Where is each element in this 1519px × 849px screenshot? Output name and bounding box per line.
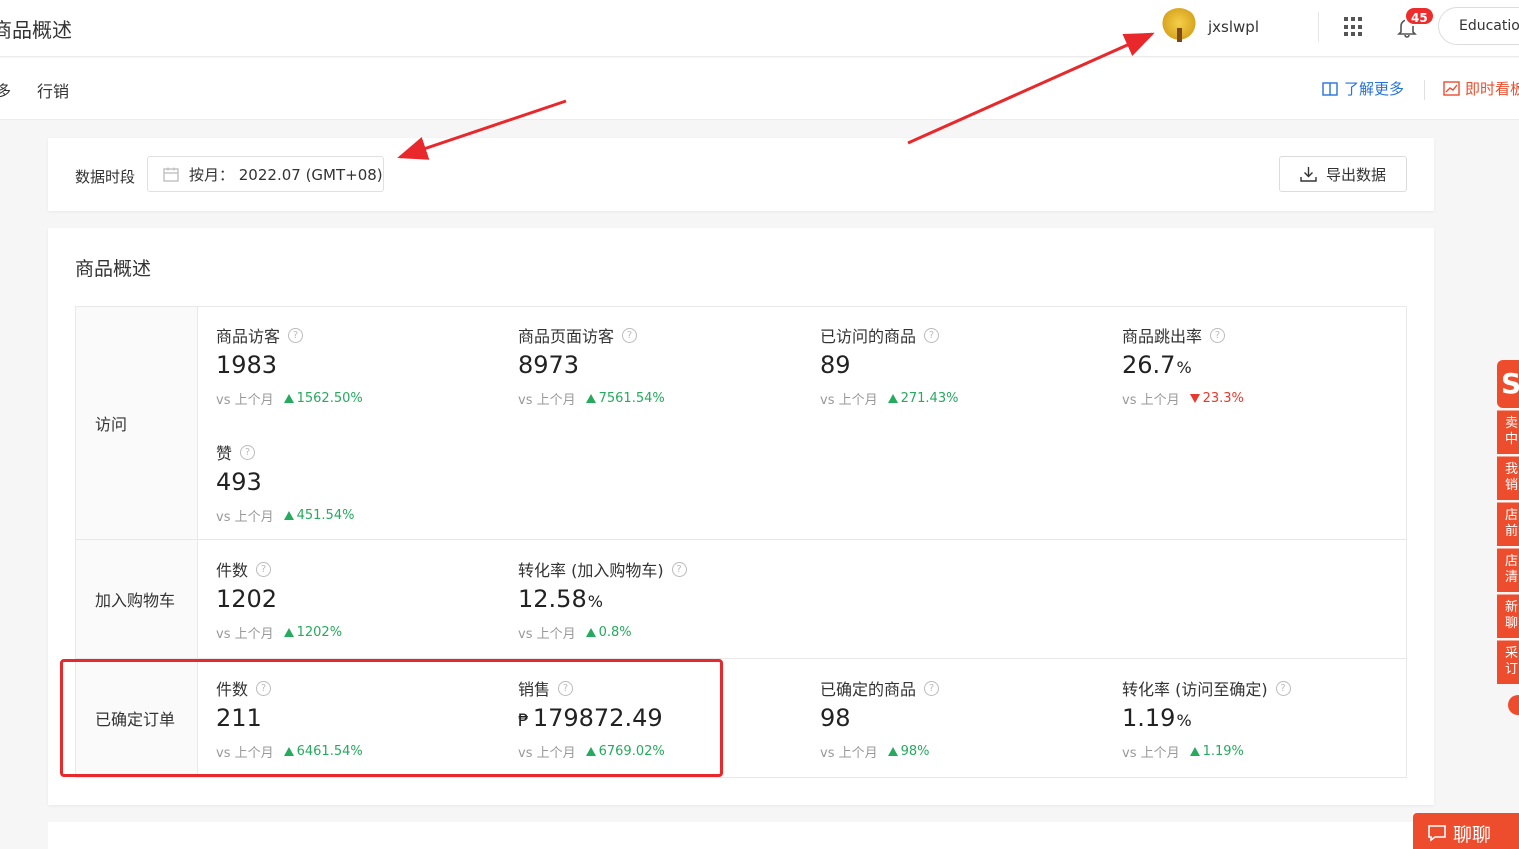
arrow-to-username (907, 32, 1155, 145)
annotation-arrows (397, 32, 1155, 160)
arrow-to-period (397, 99, 567, 160)
